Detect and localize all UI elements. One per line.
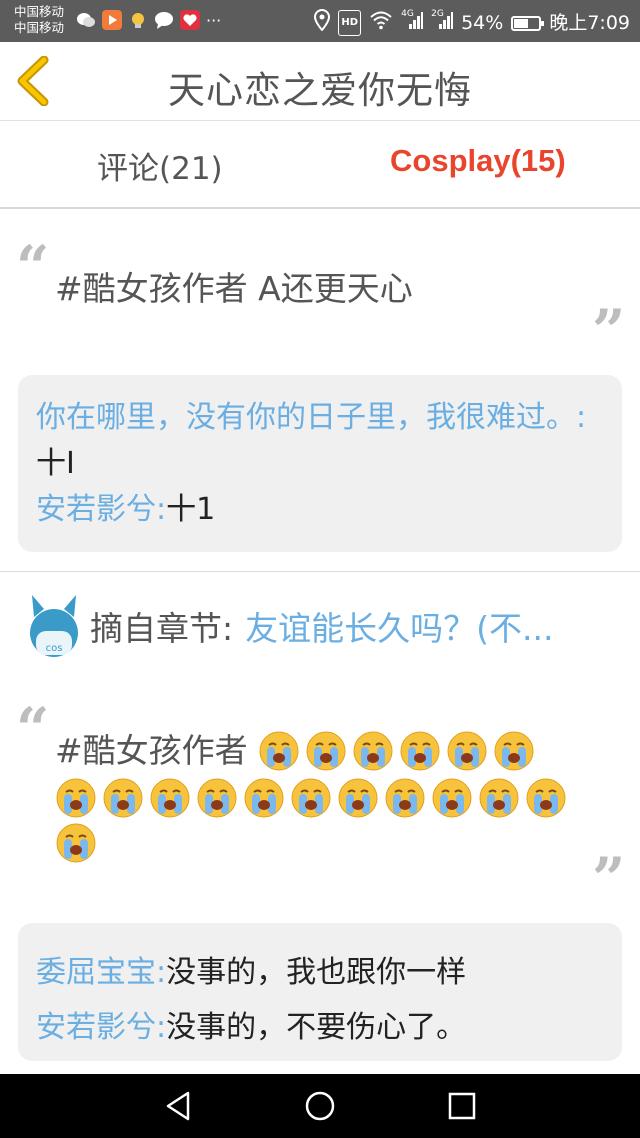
- reply-author[interactable]: 安若影兮:: [36, 1010, 166, 1045]
- emoji-row: [258, 730, 535, 772]
- crying-face-emoji-icon: [196, 777, 238, 819]
- status-right: HD 4G 2G 54% 晚上7:09: [314, 8, 630, 37]
- open-quote-icon: “: [16, 695, 49, 763]
- heart-app-icon: [180, 10, 200, 30]
- title-bar: 天心恋之爱你无悔: [0, 42, 640, 121]
- tab-bar: 评论(21) Cosplay(15): [0, 121, 640, 209]
- nav-recents-button[interactable]: [444, 1088, 480, 1124]
- bulb-app-icon: [128, 10, 148, 30]
- nav-home-icon: [305, 1091, 335, 1121]
- reply-box: 委屈宝宝:没事的，我也跟你一样 安若影兮:没事的，不要伤心了。: [18, 923, 622, 1061]
- reply-text: 十1: [166, 492, 216, 527]
- crying-face-emoji-icon: [243, 777, 285, 819]
- battery-icon: [511, 15, 545, 31]
- post-text: #酷女孩作者 A还更天心: [55, 269, 413, 308]
- crying-face-emoji-icon: [446, 730, 488, 772]
- signal-2-icon: 2G: [431, 9, 454, 36]
- crying-face-emoji-icon: [431, 777, 473, 819]
- carrier-info: 中国移动 中国移动: [14, 4, 64, 36]
- crying-face-emoji-icon: [258, 730, 300, 772]
- page-title: 天心恋之爱你无悔: [168, 69, 472, 112]
- message-app-icon: [154, 10, 174, 30]
- crying-face-emoji-icon: [352, 730, 394, 772]
- reply-author[interactable]: 安若影兮:: [36, 492, 166, 527]
- clock: 晚上7:09: [549, 12, 630, 34]
- notification-icons: ···: [76, 10, 221, 30]
- reply-text: 没事的，不要伤心了。: [166, 1010, 467, 1045]
- chapter-label: 摘自章节:: [90, 609, 234, 648]
- chapter-source: cos 摘自章节: 友谊能长久吗？(不...: [28, 590, 553, 662]
- reply-author[interactable]: 你在哪里，没有你的日子里，我很难过。:: [36, 400, 586, 435]
- tab-cosplay[interactable]: Cosplay(15): [390, 143, 566, 179]
- chapter-link[interactable]: 友谊能长久吗？(不...: [245, 602, 553, 650]
- reply-box: 你在哪里，没有你的日子里，我很难过。: 十I 安若影兮:十1: [18, 375, 622, 552]
- crying-face-emoji-icon: [290, 777, 332, 819]
- tab-comments[interactable]: 评论(21): [97, 143, 223, 188]
- more-notifications: ···: [206, 10, 222, 30]
- close-quote-icon: ”: [592, 297, 625, 365]
- post-text: #酷女孩作者: [55, 731, 248, 770]
- nav-home-button[interactable]: [302, 1088, 338, 1124]
- crying-face-emoji-icon: [149, 777, 191, 819]
- wifi-icon: [369, 10, 393, 36]
- close-quote-icon: ”: [592, 845, 625, 913]
- post-content: #酷女孩作者: [55, 728, 575, 864]
- nav-back-icon: [166, 1091, 190, 1121]
- emoji-row: [55, 822, 575, 864]
- location-icon: [314, 8, 331, 37]
- reply-text: 十I: [36, 446, 75, 481]
- crying-face-emoji-icon: [55, 777, 97, 819]
- status-bar: 中国移动 中国移动 ··· HD 4G 2G 54% 晚上7:09: [0, 0, 640, 42]
- video-app-icon: [102, 10, 122, 30]
- wechat-icon: [76, 10, 96, 30]
- reply-item[interactable]: 你在哪里，没有你的日子里，我很难过。: 十I: [36, 395, 604, 487]
- crying-face-emoji-icon: [399, 730, 441, 772]
- nav-recents-icon: [448, 1092, 476, 1120]
- reply-text: 没事的，我也跟你一样: [166, 955, 467, 990]
- crying-face-emoji-icon: [305, 730, 347, 772]
- battery-percent: 54%: [461, 12, 504, 34]
- crying-face-emoji-icon: [493, 730, 535, 772]
- reply-item[interactable]: 委屈宝宝:没事的，我也跟你一样: [36, 945, 604, 1000]
- nav-back-button[interactable]: [160, 1088, 196, 1124]
- svg-text:cos: cos: [46, 643, 63, 654]
- reply-author[interactable]: 委屈宝宝:: [36, 955, 166, 990]
- hd-badge: HD: [338, 10, 362, 36]
- crying-face-emoji-icon: [102, 777, 144, 819]
- crying-face-emoji-icon: [337, 777, 379, 819]
- system-nav-bar: [0, 1074, 640, 1138]
- cosplay-avatar-icon: cos: [28, 591, 80, 661]
- crying-face-emoji-icon: [384, 777, 426, 819]
- crying-face-emoji-icon: [478, 777, 520, 819]
- carrier-2: 中国移动: [14, 20, 65, 35]
- emoji-row: [55, 777, 575, 819]
- crying-face-emoji-icon: [55, 822, 97, 864]
- open-quote-icon: “: [16, 233, 49, 301]
- reply-item[interactable]: 安若影兮:十1: [36, 487, 604, 533]
- divider: [0, 571, 640, 572]
- crying-face-emoji-icon: [525, 777, 567, 819]
- signal-1-icon: 4G: [401, 9, 424, 36]
- carrier-1: 中国移动: [14, 4, 65, 19]
- reply-item[interactable]: 安若影兮:没事的，不要伤心了。: [36, 1000, 604, 1055]
